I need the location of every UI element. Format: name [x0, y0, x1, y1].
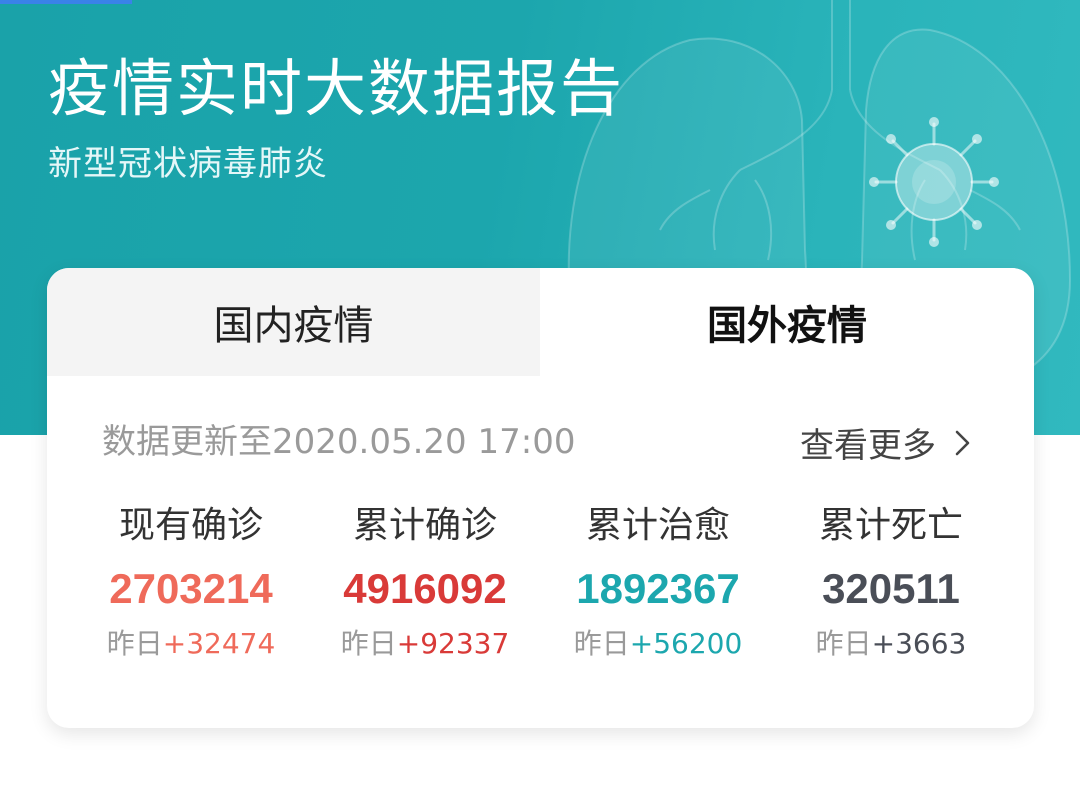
top-accent-bar	[0, 0, 132, 4]
delta-prefix: 昨日	[573, 627, 630, 660]
view-more-link[interactable]: 查看更多	[800, 418, 974, 467]
tab-foreign[interactable]: 国外疫情	[540, 268, 1034, 376]
stat-value: 1892367	[576, 565, 740, 612]
stat-label: 累计死亡	[818, 505, 963, 546]
delta-prefix: 昨日	[106, 627, 163, 660]
stats-card: 国内疫情 国外疫情 数据更新至2020.05.20 17:00 查看更多 现有确…	[47, 268, 1034, 728]
delta-number: +3663	[871, 627, 967, 660]
stat-label: 现有确诊	[118, 505, 263, 546]
stat-value: 320511	[822, 565, 960, 612]
delta-prefix: 昨日	[815, 627, 872, 660]
delta-number: +92337	[396, 627, 510, 660]
view-more-label: 查看更多	[800, 426, 936, 466]
delta-number: +56200	[629, 627, 743, 660]
delta-prefix: 昨日	[340, 627, 397, 660]
stat-current-confirmed: 现有确诊 2703214 昨日+32474	[71, 508, 311, 658]
region-tabs: 国内疫情 国外疫情	[47, 268, 1034, 376]
stat-value: 4916092	[343, 565, 507, 612]
virus-icon	[869, 117, 999, 247]
delta-number: +32474	[162, 627, 276, 660]
stat-delta: 昨日+32474	[71, 630, 311, 658]
page-subtitle: 新型冠状病毒肺炎	[48, 144, 328, 184]
tab-domestic[interactable]: 国内疫情	[47, 268, 540, 376]
stat-delta: 昨日+3663	[771, 630, 1011, 658]
stats-row: 现有确诊 2703214 昨日+32474 累计确诊 4916092 昨日+92…	[47, 508, 1034, 678]
stat-total-deaths: 累计死亡 320511 昨日+3663	[771, 508, 1011, 658]
page-title: 疫情实时大数据报告	[48, 52, 625, 125]
stat-total-confirmed: 累计确诊 4916092 昨日+92337	[305, 508, 545, 658]
chevron-right-icon	[955, 430, 970, 455]
stat-delta: 昨日+56200	[538, 630, 778, 658]
stat-value: 2703214	[109, 565, 273, 612]
stat-label: 累计确诊	[352, 505, 497, 546]
update-timestamp: 数据更新至2020.05.20 17:00	[102, 422, 576, 462]
stat-label: 累计治愈	[585, 505, 730, 546]
stat-total-recovered: 累计治愈 1892367 昨日+56200	[538, 508, 778, 658]
stat-delta: 昨日+92337	[305, 630, 545, 658]
